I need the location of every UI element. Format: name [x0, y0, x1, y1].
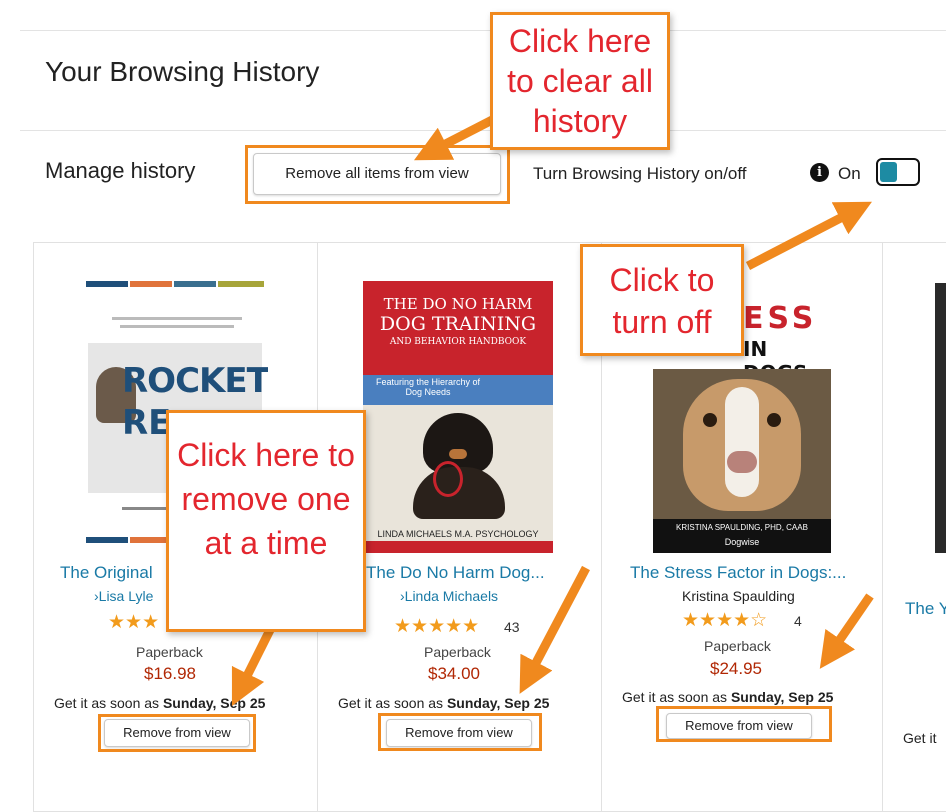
arrow-clear-all — [413, 113, 499, 161]
arrow-remove-1 — [231, 627, 275, 707]
callout-remove-one: Click here to remove one at a time — [166, 410, 366, 632]
arrow-turn-off — [745, 201, 872, 270]
arrow-remove-3 — [819, 593, 874, 669]
arrow-remove-2 — [519, 565, 590, 694]
annotation-arrows — [231, 113, 874, 707]
callout-clear-all: Click here to clear all history — [490, 12, 670, 150]
callout-turn-off: Click to turn off — [580, 244, 744, 356]
